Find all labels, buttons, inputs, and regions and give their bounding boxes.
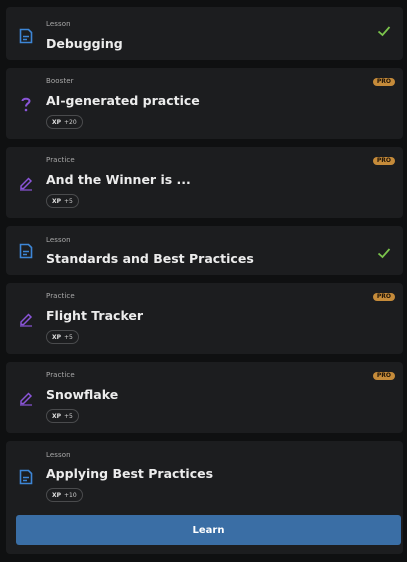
xp-label: XP	[52, 334, 62, 341]
item-title: Standards and Best Practices	[46, 251, 254, 266]
item-title: Applying Best Practices	[46, 466, 214, 481]
xp-label: XP	[52, 492, 62, 499]
lesson-icon	[18, 242, 34, 260]
item-type: Practice	[46, 292, 75, 300]
list-item[interactable]: Practice Flight Tracker PRO XP +5	[6, 283, 403, 354]
check-icon	[377, 22, 391, 37]
pro-badge: PRO	[372, 293, 395, 301]
item-type: Lesson	[46, 451, 71, 459]
check-icon	[377, 244, 391, 259]
list-item[interactable]: Practice Snowflake PRO XP +5	[6, 362, 403, 433]
xp-value: +20	[64, 119, 77, 126]
item-title: Flight Tracker	[46, 308, 144, 323]
list-item[interactable]: Booster AI-generated practice PRO XP +20	[6, 68, 403, 139]
list-item[interactable]: Lesson Debugging	[6, 7, 403, 60]
lesson-icon	[18, 468, 34, 486]
pencil-icon	[18, 388, 34, 406]
item-type: Lesson	[46, 20, 71, 28]
xp-value: +5	[64, 198, 73, 205]
xp-label: XP	[52, 198, 62, 205]
xp-value: +5	[64, 413, 73, 420]
learn-button[interactable]: Learn	[16, 515, 401, 545]
xp-badge: XP +20	[46, 115, 83, 129]
item-type: Lesson	[46, 236, 71, 244]
lesson-icon	[18, 27, 34, 45]
list-item[interactable]: Lesson Applying Best Practices XP +10 Lea…	[6, 441, 403, 554]
xp-badge: XP +5	[46, 409, 79, 423]
item-title: And the Winner is ...	[46, 172, 191, 187]
question-icon	[18, 95, 34, 113]
list-item[interactable]: Lesson Standards and Best Practices	[6, 226, 403, 275]
xp-label: XP	[52, 119, 62, 126]
pencil-icon	[18, 173, 34, 191]
pro-badge: PRO	[372, 78, 395, 86]
xp-label: XP	[52, 413, 62, 420]
pencil-icon	[18, 309, 34, 327]
item-type: Booster	[46, 77, 74, 85]
item-type: Practice	[46, 156, 75, 164]
item-title: Debugging	[46, 36, 123, 51]
xp-badge: XP +5	[46, 194, 79, 208]
item-type: Practice	[46, 371, 75, 379]
xp-badge: XP +10	[46, 488, 83, 502]
item-title: Snowflake	[46, 387, 119, 402]
pro-badge: PRO	[372, 372, 395, 380]
item-title: AI-generated practice	[46, 93, 200, 108]
xp-badge: XP +5	[46, 330, 79, 344]
xp-value: +10	[64, 492, 77, 499]
list-item[interactable]: Practice And the Winner is ... PRO XP +5	[6, 147, 403, 218]
pro-badge: PRO	[372, 157, 395, 165]
xp-value: +5	[64, 334, 73, 341]
